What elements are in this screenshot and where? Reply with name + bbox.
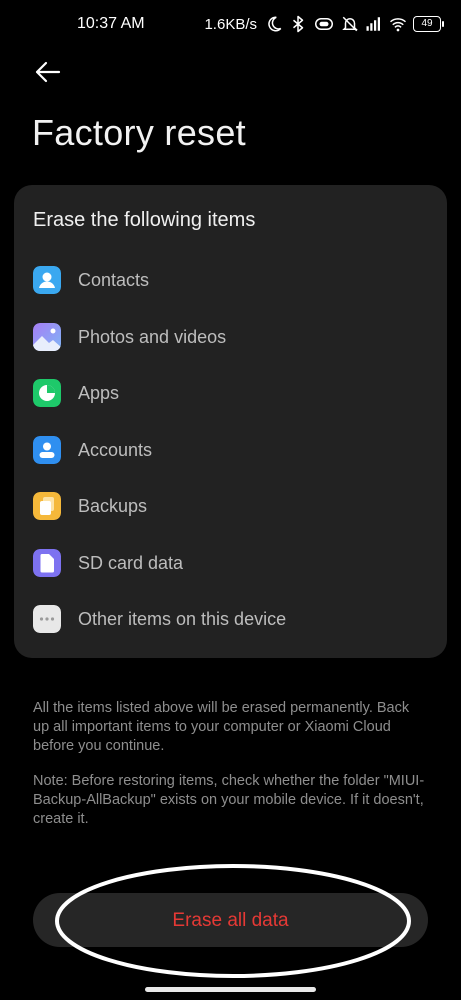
- photos-icon: [33, 323, 61, 351]
- list-item-backups: Backups: [14, 486, 447, 526]
- list-item-photos: Photos and videos: [14, 317, 447, 357]
- moon-icon: [268, 16, 282, 32]
- more-icon: [33, 605, 61, 633]
- list-item-contacts: Contacts: [14, 260, 447, 300]
- contacts-icon: [33, 266, 61, 294]
- restore-note-text: Note: Before restoring items, check whet…: [33, 773, 425, 827]
- vibrate-icon: [315, 18, 333, 30]
- page-title: Factory reset: [32, 112, 246, 153]
- erase-all-data-button[interactable]: Erase all data: [33, 893, 428, 947]
- bluetooth-icon: [293, 15, 304, 33]
- accounts-icon: [33, 436, 61, 464]
- erase-items-card: Erase the following items Contacts Photo…: [14, 185, 447, 658]
- list-item-label: SD card data: [78, 553, 184, 573]
- list-item-label: Accounts: [78, 440, 153, 460]
- apps-icon: [33, 379, 61, 407]
- list-item-accounts: Accounts: [14, 430, 447, 470]
- status-time: 10:37 AM: [77, 15, 145, 32]
- wifi-icon: [390, 18, 406, 32]
- list-item-sd-card: SD card data: [14, 543, 447, 583]
- battery-icon: 49: [413, 16, 444, 32]
- net-speed: 1.6KB/s: [204, 15, 257, 33]
- list-item-apps: Apps: [14, 373, 447, 413]
- status-bar: 10:37 AM 1.6KB/s 49: [0, 0, 461, 50]
- back-arrow-icon[interactable]: [32, 58, 62, 86]
- list-item-label: Photos and videos: [78, 327, 227, 347]
- erase-all-data-label: Erase all data: [172, 910, 289, 931]
- card-title: Erase the following items: [33, 209, 256, 231]
- erase-warning-text: All the items listed above will be erase…: [33, 700, 410, 754]
- status-icons: 1.6KB/s 49: [204, 13, 444, 35]
- list-item-label: Apps: [78, 383, 120, 403]
- backups-icon: [33, 492, 61, 520]
- list-item-label: Contacts: [78, 270, 150, 290]
- list-item-label: Other items on this device: [78, 609, 287, 629]
- list-item-label: Backups: [78, 496, 148, 516]
- home-indicator[interactable]: [145, 987, 316, 992]
- signal-icon: [366, 17, 380, 31]
- sd-card-icon: [33, 549, 61, 577]
- list-item-other: Other items on this device: [14, 599, 447, 639]
- mute-icon: [342, 16, 358, 32]
